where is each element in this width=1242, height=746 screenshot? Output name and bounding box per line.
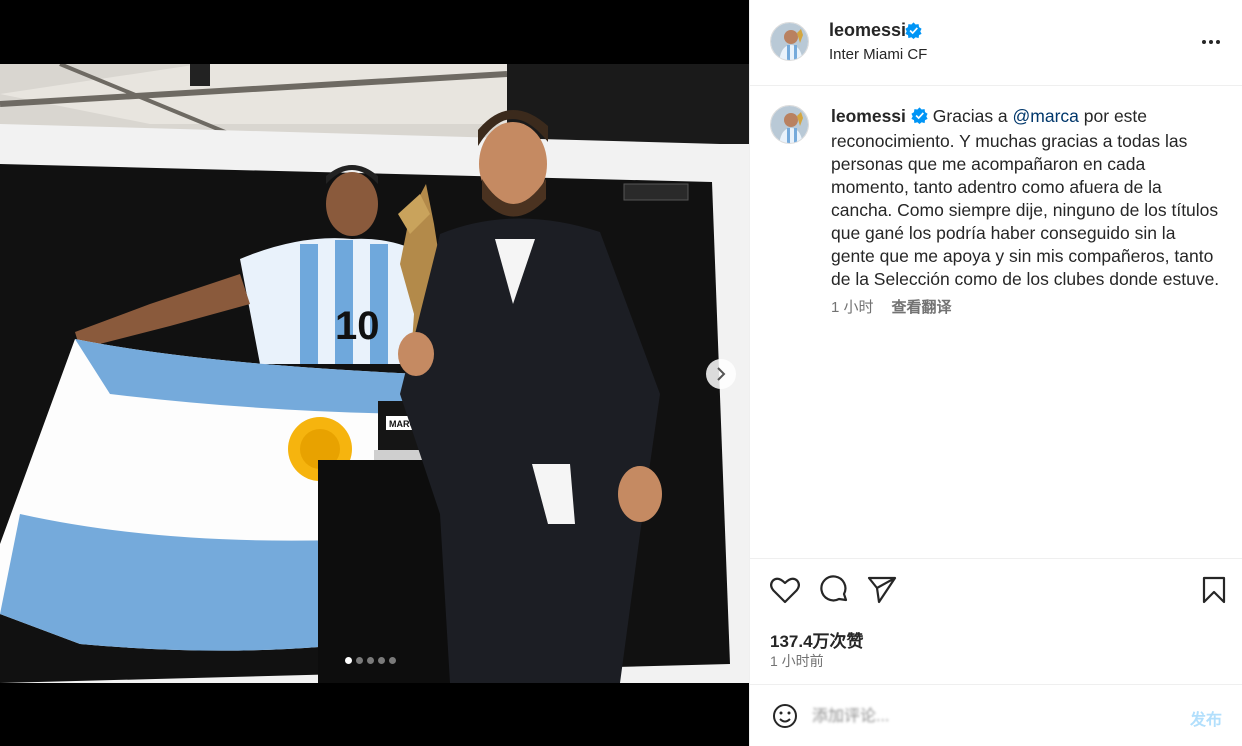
mention-link[interactable]: @marca — [1013, 106, 1079, 126]
comment-icon — [820, 575, 848, 602]
share-button[interactable] — [866, 574, 898, 606]
emoji-button[interactable] — [772, 703, 798, 729]
caption-age: 1 小时 — [831, 299, 874, 316]
jersey-number: 10 — [335, 304, 380, 348]
like-button[interactable] — [769, 574, 801, 606]
carousel-indicator — [345, 657, 396, 664]
post-caption: leomessi Gracias a @marca por este recon… — [831, 105, 1223, 291]
avatar[interactable] — [770, 22, 809, 61]
header-username[interactable]: leomessi — [829, 20, 906, 41]
profile-picture — [771, 106, 808, 143]
verified-badge-icon — [911, 107, 928, 130]
post-timestamp[interactable]: 1 小时前 — [770, 651, 824, 671]
post-photo[interactable]: 10 MARCA — [0, 64, 749, 683]
post-comment-button[interactable]: 发布 — [1190, 706, 1222, 730]
add-comment-bar: 发布 — [750, 686, 1242, 746]
bookmark-icon — [1202, 576, 1226, 604]
profile-picture — [771, 23, 808, 60]
location-link[interactable]: Inter Miami CF — [829, 46, 927, 63]
post-header: leomessi Inter Miami CF — [750, 0, 1242, 86]
verified-badge-icon — [905, 22, 922, 44]
caption-text: Gracias a — [932, 106, 1013, 126]
emoji-icon — [773, 704, 797, 728]
heart-icon — [770, 577, 800, 604]
like-count[interactable]: 137.4万次赞 — [770, 627, 864, 652]
dot-icon — [1216, 40, 1220, 44]
post-actions: 137.4万次赞 1 小时前 — [750, 558, 1242, 685]
more-options-button[interactable] — [1198, 30, 1224, 54]
photo-illustration: 10 MARCA — [0, 64, 749, 683]
dot-icon — [1209, 40, 1213, 44]
carousel-dot[interactable] — [345, 657, 352, 664]
caption-username[interactable]: leomessi — [831, 106, 906, 126]
caption-meta: 1 小时 查看翻译 — [831, 296, 952, 317]
carousel-dot[interactable] — [389, 657, 396, 664]
caption-area: leomessi Gracias a @marca por este recon… — [750, 86, 1242, 558]
comment-button[interactable] — [818, 574, 850, 606]
carousel-next-button[interactable] — [706, 359, 736, 389]
comment-input[interactable] — [812, 704, 1142, 730]
share-icon — [867, 576, 897, 604]
see-translation-button[interactable]: 查看翻译 — [892, 296, 952, 317]
carousel-dot[interactable] — [378, 657, 385, 664]
chevron-right-icon — [717, 367, 726, 381]
carousel-dot[interactable] — [356, 657, 363, 664]
carousel-dot[interactable] — [367, 657, 374, 664]
dot-icon — [1202, 40, 1206, 44]
post-media-pane: 10 MARCA — [0, 0, 749, 746]
avatar[interactable] — [770, 105, 809, 144]
caption-text: por este reconocimiento. Y muchas gracia… — [831, 106, 1220, 289]
save-button[interactable] — [1198, 574, 1230, 606]
post-side-panel: leomessi Inter Miami CF leomessi Gracias… — [749, 0, 1242, 746]
